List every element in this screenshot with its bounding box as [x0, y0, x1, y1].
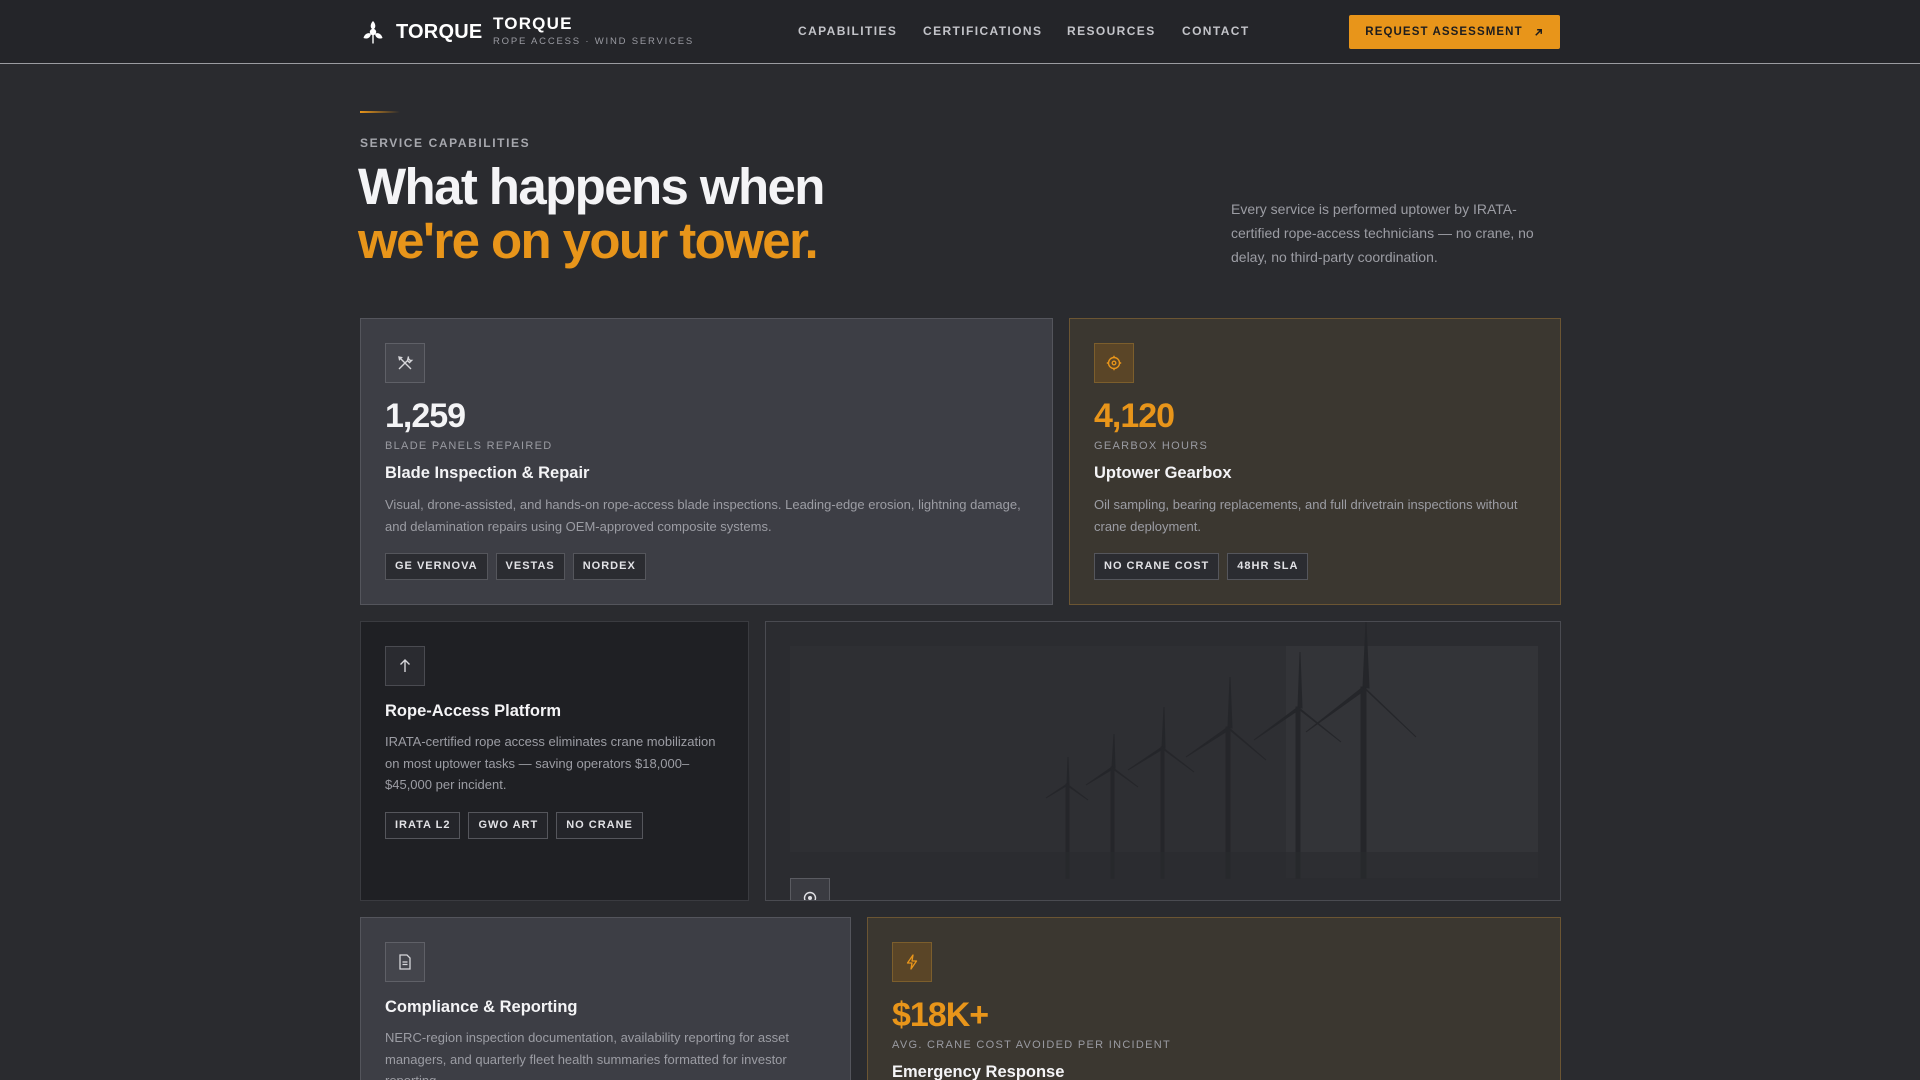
card-blade-inspection[interactable]: 1,259 BLADE PANELS REPAIRED Blade Inspec… — [360, 318, 1053, 605]
tag: NO CRANE COST — [1094, 553, 1220, 580]
location-pin-icon — [803, 891, 817, 900]
tag-list: IRATA L2 GWO ART NO CRANE — [385, 812, 643, 839]
card-uptower-gearbox[interactable]: 4,120 GEARBOX HOURS Uptower Gearbox Oil … — [1069, 318, 1561, 605]
nav-links: CAPABILITIES CERTIFICATIONS RESOURCES CO… — [0, 24, 1920, 40]
card-description: NERC-region inspection documentation, av… — [385, 1030, 789, 1080]
stat-label: BLADE PANELS REPAIRED — [385, 440, 553, 452]
card-title: Compliance & Reporting — [385, 998, 578, 1016]
location-pin-button[interactable] — [790, 878, 830, 900]
gear-icon — [1106, 355, 1122, 371]
nav-link-certifications[interactable]: CERTIFICATIONS — [923, 24, 1042, 38]
gear-icon-box — [1094, 343, 1134, 383]
hero-description: Every service is performed uptower by IR… — [1231, 201, 1534, 265]
section-eyebrow: SERVICE CAPABILITIES — [360, 136, 531, 150]
document-icon — [399, 954, 411, 970]
stat-label: AVG. CRANE COST AVOIDED PER INCIDENT — [892, 1039, 1172, 1051]
tools-icon — [398, 356, 414, 370]
tag: GE VERNOVA — [385, 553, 488, 580]
arrow-up-right-icon — [1534, 28, 1542, 36]
tools-icon-box — [385, 343, 425, 383]
page-title-line1: What happens when — [358, 158, 825, 215]
card-description: Visual, drone-assisted, and hands-on rop… — [385, 497, 1021, 534]
top-nav: TORQUE TORQUE ROPE ACCESS · WIND SERVICE… — [0, 0, 1920, 64]
lightning-icon-box — [892, 942, 932, 982]
tag: NO CRANE — [556, 812, 643, 839]
tag-list: NO CRANE COST 48HR SLA — [1094, 553, 1309, 580]
stat-value: 4,120 — [1094, 397, 1175, 435]
card-title: Rope-Access Platform — [385, 702, 562, 720]
tag: VESTAS — [495, 553, 565, 580]
card-compliance-reporting[interactable]: Compliance & Reporting NERC-region inspe… — [360, 917, 851, 1080]
eyebrow-rule — [360, 111, 400, 113]
card-rope-access[interactable]: Rope-Access Platform IRATA-certified rop… — [360, 621, 749, 901]
tag: IRATA L2 — [385, 812, 461, 839]
tag: 48HR SLA — [1227, 553, 1309, 580]
stat-value: $18K+ — [892, 996, 989, 1034]
nav-link-capabilities[interactable]: CAPABILITIES — [798, 24, 897, 38]
wind-turbines-image — [790, 622, 1538, 879]
card-title: Uptower Gearbox — [1094, 464, 1232, 482]
document-icon-box — [385, 942, 425, 982]
card-description: IRATA-certified rope access eliminates c… — [385, 734, 716, 792]
page-title: What happens when we're on your tower. — [358, 158, 825, 269]
arrow-up-icon-box — [385, 646, 425, 686]
nav-link-resources[interactable]: RESOURCES — [1067, 24, 1156, 38]
stat-value: 1,259 — [385, 397, 466, 435]
stat-label: GEARBOX HOURS — [1094, 440, 1209, 452]
arrow-up-icon — [400, 659, 410, 672]
tag-list: GE VERNOVA VESTAS NORDEX — [385, 553, 646, 580]
card-description: Oil sampling, bearing replacements, and … — [1094, 497, 1518, 534]
nav-link-contact[interactable]: CONTACT — [1182, 24, 1250, 38]
card-wind-farm-image — [765, 621, 1561, 901]
request-assessment-label: REQUEST ASSESSMENT — [1365, 26, 1523, 38]
tag: GWO ART — [468, 812, 549, 839]
card-emergency-response[interactable]: $18K+ AVG. CRANE COST AVOIDED PER INCIDE… — [867, 917, 1561, 1080]
request-assessment-button[interactable]: REQUEST ASSESSMENT — [1349, 15, 1560, 49]
card-title: Emergency Response — [892, 1063, 1065, 1080]
tag: NORDEX — [572, 553, 646, 580]
page-title-line2: we're on your tower. — [358, 212, 819, 269]
lightning-icon — [906, 954, 918, 970]
card-title: Blade Inspection & Repair — [385, 464, 590, 482]
